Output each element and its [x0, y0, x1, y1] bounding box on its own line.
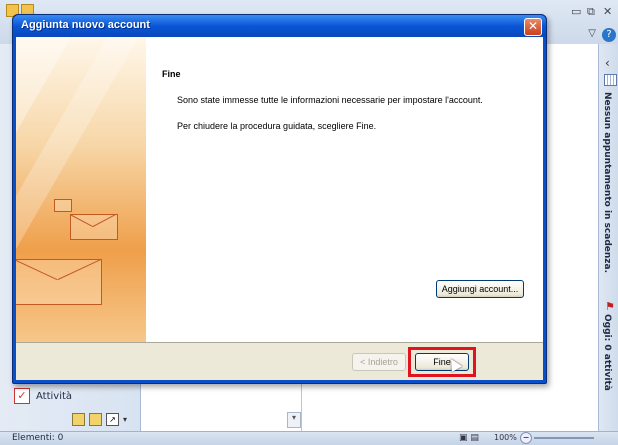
ribbon-chevron-icon[interactable]: ▽ — [588, 28, 596, 39]
wizard-content: Fine Sono state immesse tutte le informa… — [146, 37, 543, 342]
navigation-shortcuts: ↗ ▾ — [72, 413, 127, 426]
wizard-message-2: Per chiudere la procedura guidata, scegl… — [177, 121, 377, 131]
tasks-check-icon: ✓ — [14, 388, 30, 404]
view-icons[interactable]: ▣ ▤ — [459, 433, 479, 443]
dialog-title: Aggiunta nuovo account — [21, 19, 150, 31]
zoom-slider[interactable] — [534, 437, 594, 439]
nav-item-tasks[interactable]: ✓ Attività — [14, 388, 134, 404]
dialog-close-button[interactable]: ✕ — [524, 18, 542, 36]
help-icon[interactable]: ? — [602, 28, 616, 42]
minimize-icon[interactable]: ▭ — [571, 5, 581, 18]
wizard-message-1: Sono state immesse tutte le informazioni… — [177, 95, 483, 105]
scroll-down-arrow[interactable]: ▾ — [287, 412, 301, 428]
todo-appointments-text: Nessun appuntamento in scadenza. — [602, 92, 612, 274]
todo-tasks-text: Oggi: 0 attività — [602, 314, 612, 391]
window-close-icon[interactable]: ✕ — [603, 5, 612, 18]
finish-button-highlight — [408, 347, 476, 377]
wizard-banner-image — [16, 37, 146, 342]
dialog-divider — [16, 342, 543, 343]
add-account-button[interactable]: Aggiungi account... — [436, 280, 524, 298]
todo-bar-expand-icon[interactable]: ‹ — [605, 56, 610, 70]
notes-icon[interactable] — [72, 413, 85, 426]
wizard-heading: Fine — [162, 69, 181, 79]
status-bar: Elementi: 0 ▣ ▤ 100% − — [0, 431, 618, 445]
restore-icon[interactable]: ⧉ — [587, 5, 595, 19]
configure-buttons-icon[interactable]: ▾ — [123, 415, 127, 424]
calendar-icon — [604, 74, 617, 86]
dialog-body: Fine Sono state immesse tutte le informa… — [16, 37, 543, 380]
todo-bar: ‹ Nessun appuntamento in scadenza. ⚑ Ogg… — [598, 44, 618, 431]
add-account-dialog: Aggiunta nuovo account ✕ Fine Sono state… — [12, 14, 547, 384]
dialog-title-bar[interactable]: Aggiunta nuovo account ✕ — [13, 15, 546, 37]
zoom-out-button[interactable]: − — [520, 432, 532, 444]
folder-icon[interactable] — [89, 413, 102, 426]
envelope-small-icon — [54, 199, 72, 212]
back-button[interactable]: < Indietro — [352, 353, 406, 371]
status-items-count: Elementi: 0 — [12, 433, 64, 443]
nav-tasks-label: Attività — [36, 390, 73, 402]
task-flag-icon: ⚑ — [605, 300, 615, 313]
zoom-level: 100% — [494, 433, 517, 442]
shortcut-icon[interactable]: ↗ — [106, 413, 119, 426]
